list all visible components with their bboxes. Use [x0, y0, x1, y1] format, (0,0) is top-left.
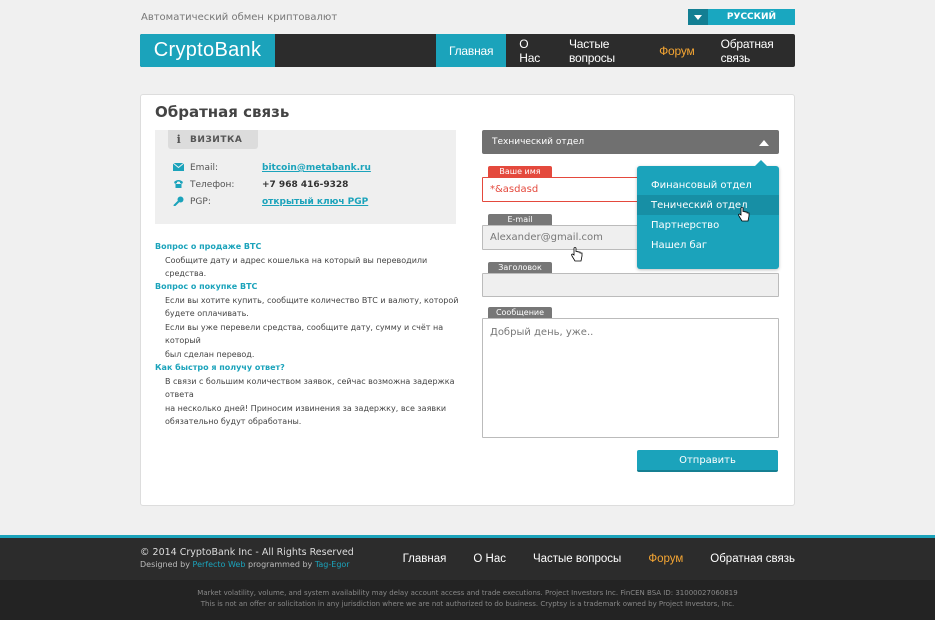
message-textarea[interactable]: Добрый день, уже.. — [482, 318, 779, 438]
vcard-key: Телефон: — [190, 180, 235, 190]
footer-nav-home[interactable]: Главная — [376, 553, 447, 565]
vcard-row-pgp: PGP: открытый ключ PGP — [173, 195, 368, 209]
footer-nav-about[interactable]: О Нас — [446, 553, 506, 565]
faq-question: Как быстро я получу ответ? — [155, 363, 285, 372]
programmer-link[interactable]: Tag-Egor — [315, 560, 350, 569]
vcard-key: Email: — [190, 163, 219, 173]
faq-question: Вопрос о покупке ВТС — [155, 282, 258, 291]
faq-answer: был сделан перевод. — [165, 349, 255, 359]
caret-up-icon — [759, 139, 769, 149]
nav-home[interactable]: Главная — [436, 34, 507, 67]
nav-contact[interactable]: Обратная связь — [708, 34, 795, 67]
logo[interactable]: CryptoBank — [140, 34, 275, 67]
faq-item: Вопрос о продаже ВТС Сообщите дату и адр… — [155, 240, 460, 281]
key-icon — [173, 196, 190, 209]
faq-answer: Если вы уже перевели средства, сообщите … — [165, 322, 444, 346]
copyright: © 2014 CryptoBank Inc - All Rights Reser… — [140, 547, 354, 558]
department-select[interactable]: Технический отдел — [482, 130, 779, 154]
department-value: Технический отдел — [492, 137, 585, 147]
name-label: Ваше имя — [488, 166, 552, 177]
phone-value: +7 968 416-9328 — [262, 180, 349, 190]
faq-answer: Сообщите дату и адрес кошелька на которы… — [165, 255, 428, 279]
main-nav: Главная О Нас Частые вопросы Форум Обрат… — [436, 34, 795, 67]
email-label: E-mail — [488, 214, 552, 225]
language-label: РУССКИЙ — [726, 12, 777, 22]
vcard-row-email: Email: bitcoin@metabank.ru — [172, 161, 371, 175]
footer-nav-forum[interactable]: Форум — [621, 553, 683, 565]
nav-forum[interactable]: Форум — [646, 34, 707, 67]
faq-answer: Если вы хотите купить, сообщите количест… — [165, 295, 459, 305]
disclaimer-line: This is not an offer or solicitation in … — [200, 600, 735, 608]
pgp-link[interactable]: открытый ключ PGP — [262, 197, 368, 207]
email-input[interactable]: Alexander@gmail.com — [482, 225, 642, 250]
footer: © 2014 CryptoBank Inc - All Rights Reser… — [0, 538, 935, 580]
department-dropdown: Финансовый отдел Тенический отдел Партне… — [637, 160, 779, 269]
subject-label: Заголовок — [488, 262, 552, 273]
mail-icon — [172, 162, 190, 174]
hand-cursor-icon — [738, 207, 750, 226]
faq-item: Как быстро я получу ответ? В связи с бол… — [155, 361, 460, 429]
info-icon: i — [176, 133, 182, 146]
hand-cursor-icon — [571, 247, 583, 266]
faq-question: Вопрос о продаже ВТС — [155, 242, 262, 251]
footer-disclaimer: Market volatility, volume, and system av… — [0, 580, 935, 620]
chevron-down-icon — [688, 9, 708, 25]
nav-about[interactable]: О Нас — [506, 34, 556, 67]
designer-link[interactable]: Perfecto Web — [193, 560, 246, 569]
subject-input[interactable] — [482, 273, 779, 297]
faq-item: Вопрос о покупке ВТС Если вы хотите купи… — [155, 280, 460, 361]
language-selector[interactable]: РУССКИЙ — [688, 9, 795, 25]
business-card: i ВИЗИТКА Email: bitcoin@metabank.ru Тел… — [155, 130, 456, 224]
vcard-key: PGP: — [190, 197, 211, 207]
faq-answer: на несколько дней! Приносим извинения за… — [165, 403, 447, 413]
footer-nav-faq[interactable]: Частые вопросы — [506, 553, 621, 565]
programmed-by-text: programmed by — [247, 560, 313, 569]
page-title: Обратная связь — [155, 103, 290, 121]
tagline: Автоматический обмен криптовалют — [141, 12, 338, 23]
vcard-row-phone: Телефон: +7 968 416-9328 — [173, 178, 348, 192]
credits: Designed by Perfecto Web programmed by T… — [140, 560, 350, 569]
header: CryptoBank Главная О Нас Частые вопросы … — [140, 34, 795, 67]
disclaimer-line: Market volatility, volume, and system av… — [197, 589, 738, 597]
email-link[interactable]: bitcoin@metabank.ru — [262, 163, 371, 173]
footer-nav-contact[interactable]: Обратная связь — [683, 553, 795, 565]
faq-answer: будете оплачивать. — [165, 309, 249, 318]
phone-icon — [173, 179, 190, 192]
faq-answer: обязательно будут обработаны. — [165, 417, 302, 426]
business-card-title: ВИЗИТКА — [190, 134, 243, 145]
dropdown-option[interactable]: Партнерство — [637, 215, 779, 235]
faq-answer: В связи с большим количеством заявок, се… — [165, 376, 455, 400]
dropdown-option[interactable]: Нашел баг — [637, 235, 779, 255]
nav-faq[interactable]: Частые вопросы — [556, 34, 646, 67]
content-panel: Обратная связь i ВИЗИТКА Email: bitcoin@… — [140, 94, 795, 506]
business-card-tab: i ВИЗИТКА — [168, 130, 258, 149]
dropdown-option[interactable]: Финансовый отдел — [637, 175, 779, 195]
dropdown-option[interactable]: Тенический отдел — [637, 195, 779, 215]
message-label: Сообщение — [488, 307, 552, 318]
name-input[interactable]: *&asdasd — [482, 177, 642, 202]
footer-nav: Главная О Нас Частые вопросы Форум Обрат… — [376, 538, 795, 580]
submit-button[interactable]: Отправить — [637, 450, 778, 472]
designed-by-text: Designed by — [140, 560, 190, 569]
